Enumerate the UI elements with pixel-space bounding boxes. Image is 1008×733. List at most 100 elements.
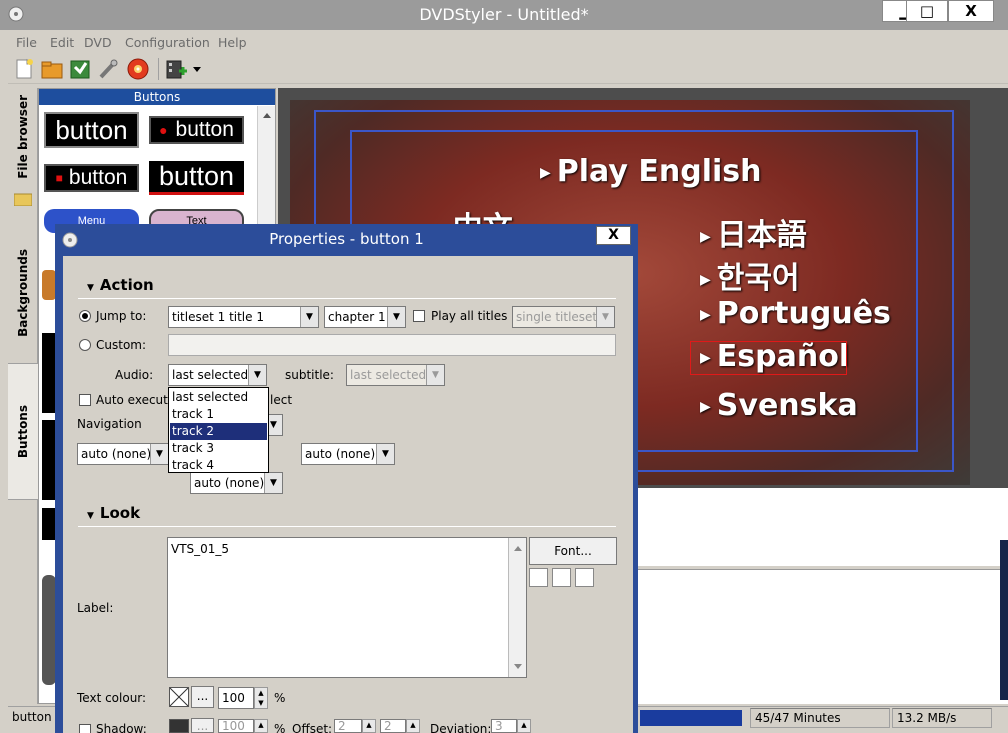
add-file-icon[interactable] <box>164 57 188 81</box>
collapse-icon: ▼ <box>87 283 94 293</box>
text-colour-swatch[interactable] <box>169 687 189 707</box>
titleset-select: single titleset ▼ <box>512 306 615 328</box>
audio-select[interactable]: last selected ▼ <box>168 364 267 386</box>
dialog-title: Properties - button 1 <box>55 224 638 255</box>
palette-button-underline[interactable]: button <box>149 161 244 195</box>
spin-arrows-icon: ▲ <box>254 719 268 733</box>
shadow-checkbox[interactable] <box>79 724 91 733</box>
chevron-down-icon: ▼ <box>300 307 318 327</box>
menu-file[interactable]: File <box>16 35 37 50</box>
jump-to-radio[interactable] <box>79 310 91 322</box>
auto-execute-checkbox[interactable] <box>79 394 91 406</box>
preview-blank-area <box>638 488 1008 566</box>
palette-button-dot[interactable]: ● button <box>149 116 244 144</box>
toolbar <box>8 54 1008 84</box>
red-square-icon: ■ <box>55 171 63 185</box>
deviation-label: Deviation: <box>430 722 492 733</box>
label-scrollbar[interactable] <box>508 538 526 677</box>
palette-scrollbar[interactable] <box>257 106 275 236</box>
percent-label: % <box>274 722 286 733</box>
menu-dvd[interactable]: DVD <box>84 35 112 50</box>
play-all-titles-checkbox[interactable] <box>413 310 425 322</box>
label-textarea[interactable]: VTS_01_5 <box>167 537 527 678</box>
tab-backgrounds[interactable]: Backgrounds <box>8 238 38 348</box>
red-dot-icon: ● <box>159 122 168 138</box>
collapse-icon: ▼ <box>87 511 94 521</box>
subtitle-select: last selected ▼ <box>346 364 445 386</box>
side-tabs: File browser Backgrounds Buttons <box>8 88 38 704</box>
auto-execute-label: Auto execute <box>96 393 176 407</box>
audio-option[interactable]: track 3 <box>170 440 267 457</box>
custom-radio[interactable] <box>79 339 91 351</box>
align-center-icon[interactable] <box>552 568 571 587</box>
status-text: button <box>12 710 52 724</box>
percent-label: % <box>274 691 286 705</box>
menu-entry-play-english[interactable]: ▶ Play English <box>540 154 761 189</box>
align-left-icon[interactable] <box>529 568 548 587</box>
dropdown-icon[interactable] <box>190 57 204 81</box>
palette-button-square[interactable]: ■ button <box>44 164 139 192</box>
chevron-down-icon: ▼ <box>150 444 168 464</box>
window-title: DVDStyler - Untitled* <box>419 5 589 24</box>
audio-dropdown-list: last selected track 1 track 2 track 3 tr… <box>168 387 269 473</box>
deviation-input: 3 <box>491 719 517 733</box>
offset-x-input: 2 <box>334 719 362 733</box>
nav-right-select[interactable]: auto (none) ▼ <box>301 443 395 465</box>
navigation-label: Navigation <box>77 417 142 431</box>
menu-configuration[interactable]: Configuration <box>125 35 210 50</box>
text-colour-picker-button[interactable]: ... <box>191 686 214 708</box>
audio-option[interactable]: track 1 <box>170 406 267 423</box>
chapter-select[interactable]: chapter 1 ▼ <box>324 306 406 328</box>
chevron-down-icon: ▼ <box>387 307 405 327</box>
status-rate: 13.2 MB/s <box>892 708 992 728</box>
action-section-header[interactable]: ▼ Action <box>87 276 154 294</box>
open-icon[interactable] <box>40 57 64 81</box>
auto-execute-label-tail: lect <box>270 393 293 407</box>
palette-item-partial <box>42 420 56 500</box>
look-section-header[interactable]: ▼ Look <box>87 504 140 522</box>
shadow-colour-swatch[interactable] <box>169 719 189 733</box>
menu-edit[interactable]: Edit <box>50 35 74 50</box>
audio-option[interactable]: last selected <box>170 389 267 406</box>
spin-arrows-icon[interactable]: ▲ ▼ <box>254 687 268 709</box>
save-icon[interactable] <box>68 57 92 81</box>
menu-entry-portuguese[interactable]: ▶ Português <box>700 296 891 331</box>
nav-left-select[interactable]: auto (none) ▼ <box>77 443 169 465</box>
menu-help[interactable]: Help <box>218 35 247 50</box>
custom-label: Custom: <box>96 338 147 352</box>
jump-to-select[interactable]: titleset 1 title 1 ▼ <box>168 306 319 328</box>
burn-icon[interactable] <box>126 57 150 81</box>
selection-rectangle[interactable] <box>690 341 847 375</box>
dialog-close-button[interactable]: X <box>596 226 631 245</box>
maximize-button[interactable]: □ <box>906 0 948 22</box>
tab-file-browser[interactable]: File browser <box>8 92 38 182</box>
menu-entry-japanese[interactable]: ▶ 日本語 <box>700 210 807 254</box>
toolbar-separator <box>158 58 159 80</box>
new-icon[interactable] <box>12 57 36 81</box>
settings-icon[interactable] <box>96 57 120 81</box>
play-all-titles-label: Play all titles <box>431 309 508 323</box>
dialog-logo-icon <box>62 232 78 248</box>
palette-item-partial <box>42 270 56 300</box>
audio-label: Audio: <box>115 368 154 382</box>
audio-option[interactable]: track 4 <box>170 457 267 474</box>
status-duration: 45/47 Minutes <box>750 708 890 728</box>
font-button[interactable]: Font... <box>529 537 617 565</box>
jump-to-label: Jump to: <box>96 309 147 323</box>
spin-arrows-icon: ▲ <box>362 719 376 733</box>
palette-button-plain[interactable]: button <box>44 112 139 148</box>
palette-item-partial <box>42 575 56 685</box>
nav-down-select[interactable]: auto (none) ▼ <box>190 472 283 494</box>
audio-option-highlighted[interactable]: track 2 <box>170 423 267 440</box>
menu-entry-korean[interactable]: ▶ 한국어 <box>700 253 800 297</box>
text-opacity-input[interactable]: 100 <box>218 687 254 709</box>
align-right-icon[interactable] <box>575 568 594 587</box>
custom-field[interactable] <box>168 334 616 356</box>
shadow-colour-picker-button: ... <box>191 718 214 733</box>
chevron-down-icon: ▼ <box>264 473 282 493</box>
titleset-manager <box>638 569 1008 704</box>
close-button[interactable]: X <box>948 0 994 22</box>
menu-entry-swedish[interactable]: ▶ Svenska <box>700 388 858 423</box>
chevron-down-icon: ▼ <box>426 365 444 385</box>
tab-buttons[interactable]: Buttons <box>8 363 38 500</box>
